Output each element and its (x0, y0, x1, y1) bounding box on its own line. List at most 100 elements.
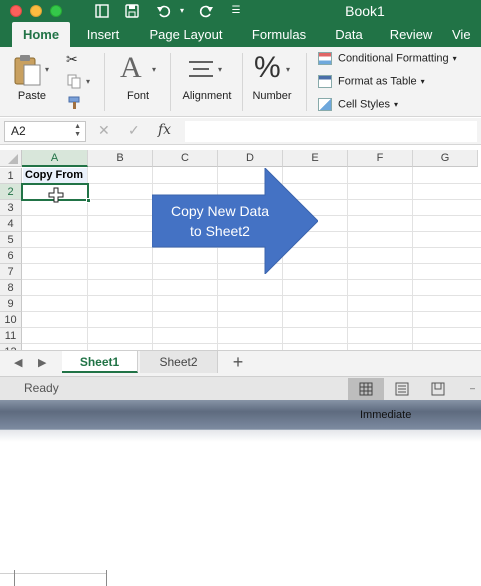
cell-styles-button[interactable]: Cell Styles ▾ (318, 98, 398, 114)
row-header-5[interactable]: 5 (0, 232, 22, 248)
cut-icon[interactable]: ✂ (66, 51, 82, 67)
status-bar: Ready – (0, 376, 481, 400)
undo-dropdown-icon[interactable]: ▾ (174, 3, 190, 19)
page-layout-view-icon[interactable] (384, 378, 420, 400)
ribbon: ▾ Paste ✂ ▾ A ▾ Font ▾ Alignment % ▾ Num… (0, 47, 481, 117)
conditional-formatting-icon (318, 52, 332, 65)
horizontal-scrollbar[interactable] (0, 573, 106, 586)
column-gridline (412, 167, 413, 350)
chevron-down-icon: ▾ (420, 77, 425, 87)
ribbon-tabs: Home Insert Page Layout Formulas Data Re… (0, 22, 481, 47)
chevron-down-icon: ▾ (452, 54, 457, 64)
format-as-table-icon (318, 75, 332, 88)
add-sheet-icon[interactable]: + (228, 352, 248, 372)
name-box-stepper-icon[interactable]: ▲ ▼ (74, 123, 81, 139)
alignment-icon[interactable] (188, 59, 214, 79)
tab-insert[interactable]: Insert (78, 22, 128, 47)
immediate-window-title: Immediate (360, 409, 412, 421)
fill-handle[interactable] (86, 198, 91, 203)
page-break-view-icon[interactable] (420, 378, 456, 400)
undo-icon[interactable] (156, 3, 172, 19)
ribbon-separator (170, 53, 171, 111)
row-header-3[interactable]: 3 (0, 200, 22, 216)
conditional-formatting-button[interactable]: Conditional Formatting ▾ (318, 52, 457, 68)
column-header-f[interactable]: F (348, 150, 413, 167)
column-header-c[interactable]: C (153, 150, 218, 167)
tab-view[interactable]: Vie (452, 22, 481, 47)
format-as-table-button[interactable]: Format as Table ▾ (318, 75, 425, 91)
column-header-d[interactable]: D (218, 150, 283, 167)
percent-icon[interactable]: % (254, 51, 284, 85)
confirm-entry-icon[interactable]: ✓ (128, 122, 140, 139)
format-painter-icon[interactable] (66, 95, 82, 111)
next-sheet-icon[interactable]: ▶ (38, 356, 46, 369)
normal-view-icon[interactable] (348, 378, 384, 400)
sheet-tab-bar: ◀ ▶ Sheet1 Sheet2 + (0, 350, 481, 376)
conditional-formatting-label: Conditional Formatting (338, 52, 449, 65)
arrow-shape-text: Copy New Data to Sheet2 (170, 203, 270, 239)
row-header-8[interactable]: 8 (0, 280, 22, 296)
save-icon[interactable] (124, 3, 140, 19)
name-box[interactable]: A2 ▲ ▼ (4, 121, 86, 142)
tab-data[interactable]: Data (328, 22, 370, 47)
row-header-1[interactable]: 1 (0, 168, 22, 184)
font-a-icon[interactable]: A (120, 51, 150, 85)
column-header-a[interactable]: A (22, 150, 88, 167)
column-header-g[interactable]: G (413, 150, 478, 167)
row-header-7[interactable]: 7 (0, 264, 22, 280)
immediate-window-shadow (0, 430, 481, 442)
ribbon-separator (242, 53, 243, 111)
row-header-11[interactable]: 11 (0, 328, 22, 344)
zoom-window-button[interactable] (50, 5, 62, 17)
row-header-6[interactable]: 6 (0, 248, 22, 264)
format-as-table-label: Format as Table (338, 75, 417, 88)
copy-icon[interactable] (66, 73, 82, 89)
close-window-button[interactable] (10, 5, 22, 17)
insert-function-icon[interactable]: fx (158, 122, 171, 138)
formula-input[interactable] (185, 121, 477, 142)
customize-toolbar-icon[interactable]: ☰ (228, 3, 244, 19)
formula-bar: A2 ▲ ▼ ✕ ✓ fx (0, 118, 481, 145)
select-all-corner[interactable] (0, 150, 22, 167)
column-header-e[interactable]: E (283, 150, 348, 167)
ribbon-separator (306, 53, 307, 111)
column-gridline (347, 167, 348, 350)
name-box-value: A2 (11, 124, 26, 138)
tab-formulas[interactable]: Formulas (244, 22, 314, 47)
redo-icon[interactable] (198, 3, 214, 19)
font-label: Font (126, 90, 149, 102)
paste-dropdown-icon[interactable]: ▾ (45, 65, 49, 74)
column-header-b[interactable]: B (88, 150, 153, 167)
immediate-window-body[interactable] (0, 430, 481, 586)
cell-a1[interactable]: Copy From (23, 168, 87, 183)
font-dropdown-icon[interactable]: ▾ (152, 65, 156, 74)
row-header-4[interactable]: 4 (0, 216, 22, 232)
zoom-slider-icon[interactable]: – (470, 383, 475, 393)
cancel-entry-icon[interactable]: ✕ (98, 122, 110, 139)
minimize-window-button[interactable] (30, 5, 42, 17)
scrollbar-divider (106, 570, 107, 586)
tab-home[interactable]: Home (12, 22, 70, 47)
alignment-dropdown-icon[interactable]: ▾ (218, 65, 222, 74)
sidebar-icon[interactable] (94, 3, 110, 19)
paste-label: Paste (17, 90, 47, 102)
scrollbar-divider (14, 570, 15, 586)
row-header-2[interactable]: 2 (0, 184, 22, 200)
tab-review[interactable]: Review (384, 22, 438, 47)
status-text: Ready (24, 381, 59, 395)
cell-styles-label: Cell Styles (338, 98, 390, 111)
sheet-tab-sheet1[interactable]: Sheet1 (62, 351, 138, 373)
number-dropdown-icon[interactable]: ▾ (286, 65, 290, 74)
number-label: Number (252, 90, 292, 102)
cell-cursor-icon (48, 187, 64, 203)
chevron-down-icon: ▾ (393, 100, 398, 110)
row-header-10[interactable]: 10 (0, 312, 22, 328)
tab-page-layout[interactable]: Page Layout (142, 22, 230, 47)
immediate-window-titlebar[interactable]: Immediate (0, 400, 481, 430)
copy-dropdown-icon[interactable]: ▾ (86, 77, 90, 86)
row-header-9[interactable]: 9 (0, 296, 22, 312)
paste-button[interactable] (12, 53, 42, 87)
prev-sheet-icon[interactable]: ◀ (14, 356, 22, 369)
clipboard-icon (14, 55, 41, 86)
sheet-tab-sheet2[interactable]: Sheet2 (140, 351, 218, 373)
